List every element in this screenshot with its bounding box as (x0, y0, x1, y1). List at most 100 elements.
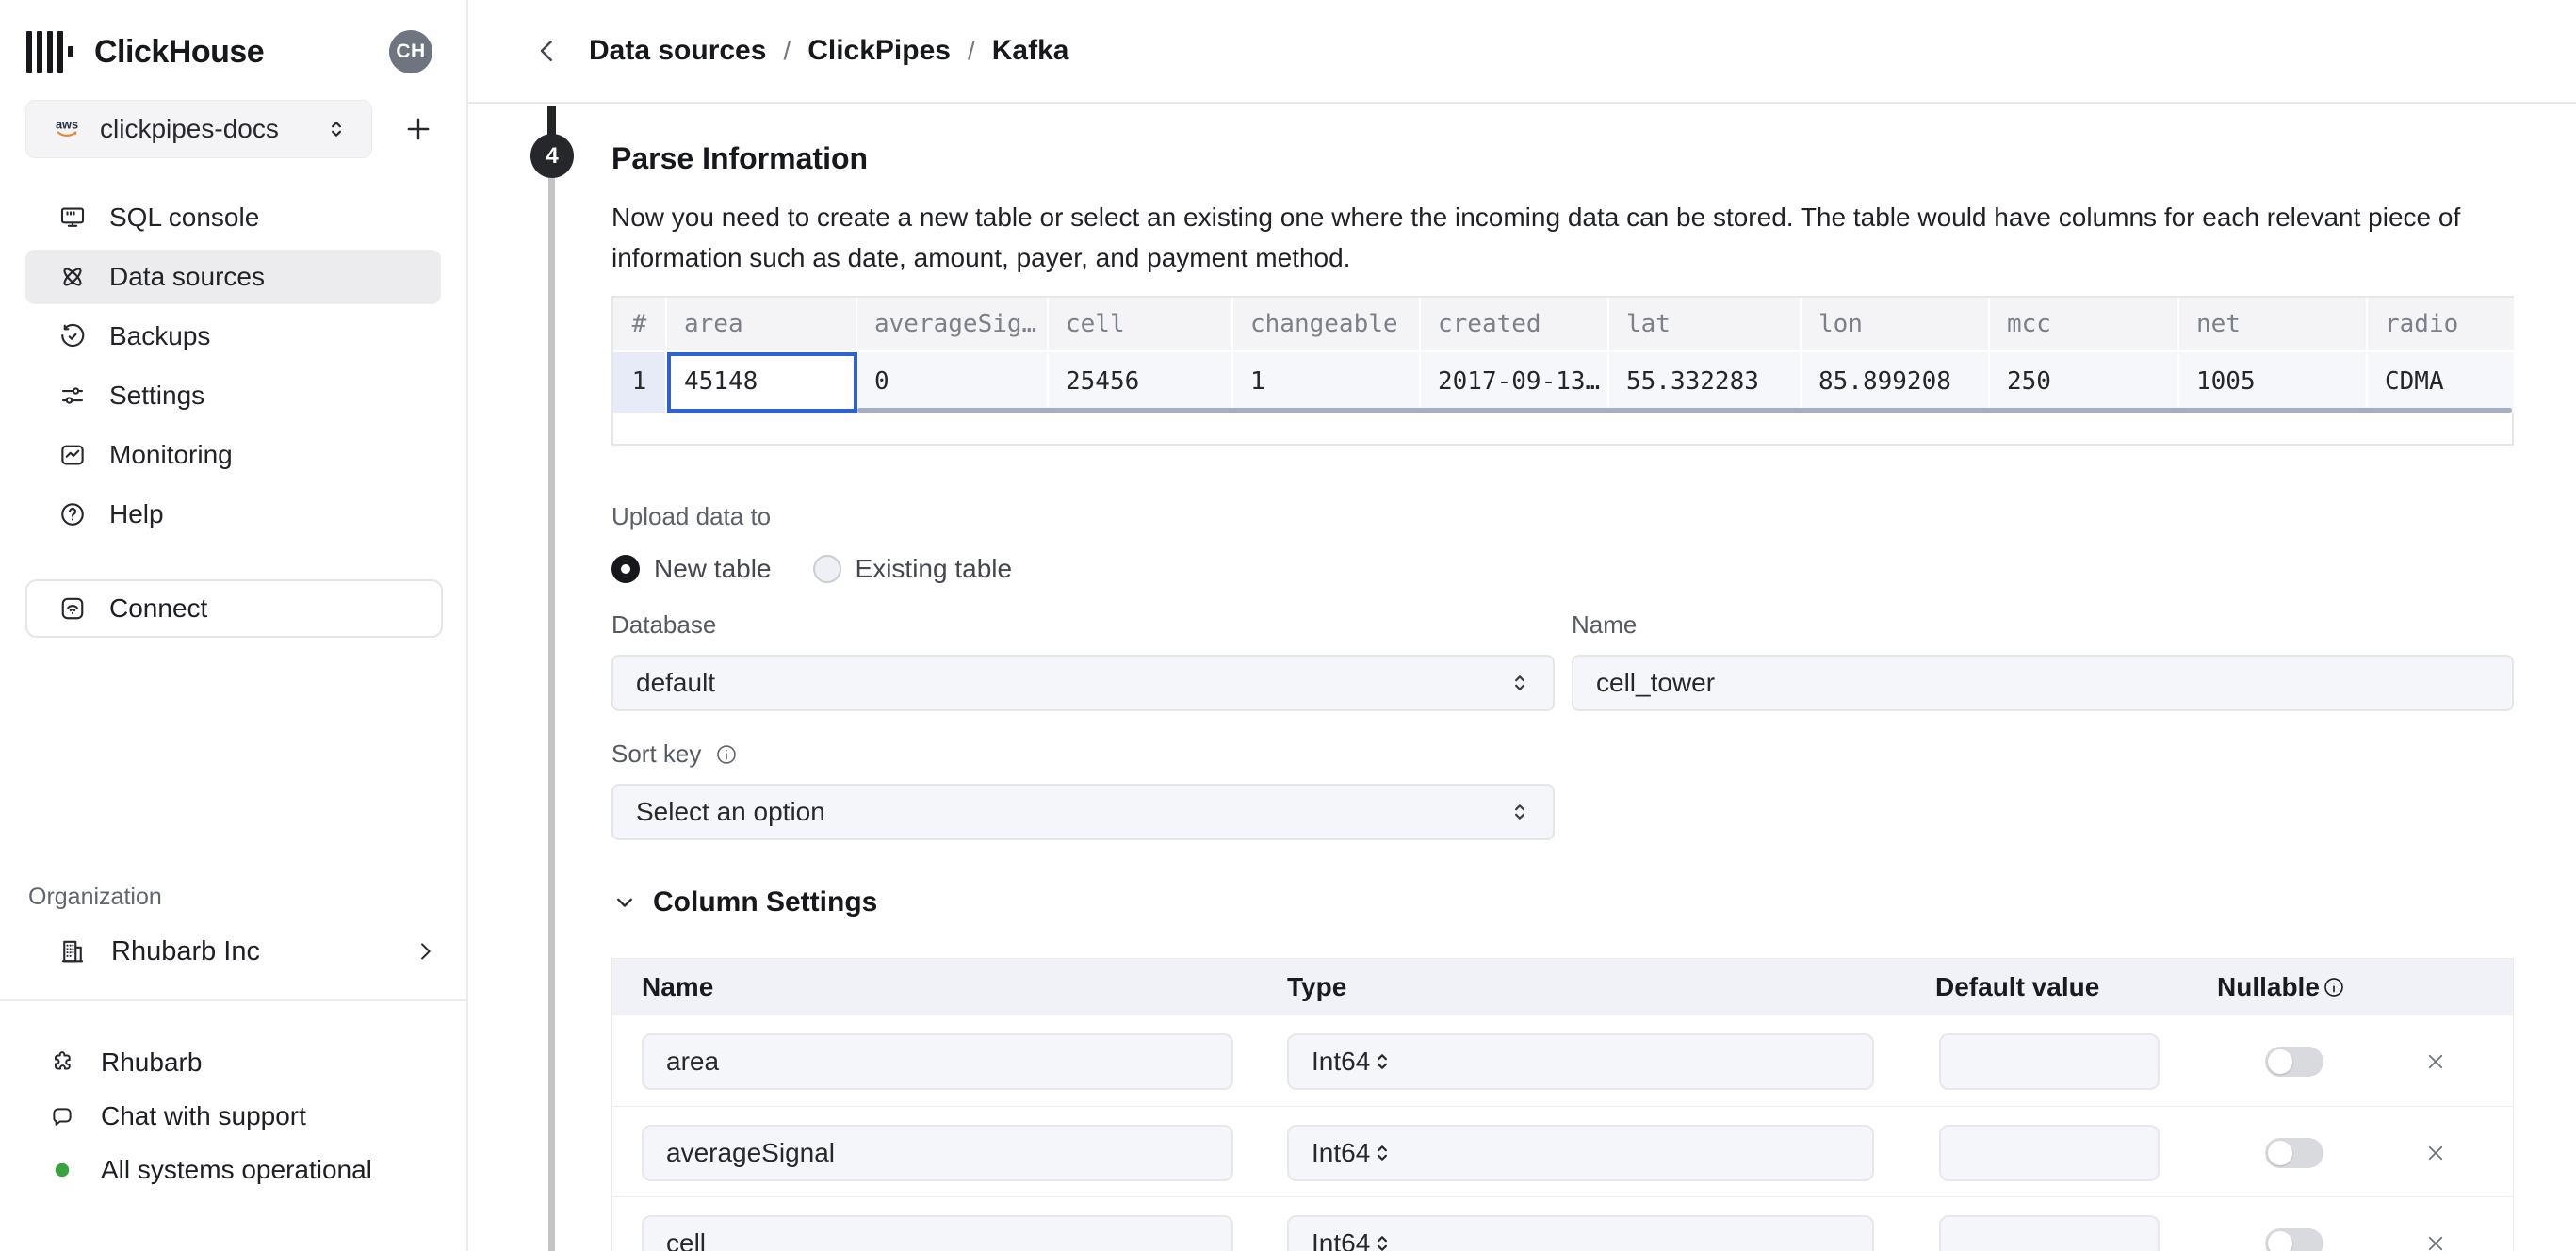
default-value-input[interactable] (1939, 1215, 2160, 1251)
clickhouse-logo-icon (26, 31, 73, 73)
nullable-toggle[interactable] (2265, 1228, 2323, 1251)
breadcrumb-separator: / (783, 36, 791, 66)
column-name-input[interactable] (642, 1215, 1233, 1251)
organization-section-label: Organization (0, 884, 466, 911)
preview-cell-averagesig[interactable]: 0 (857, 352, 1049, 413)
column-name-input[interactable] (642, 1125, 1233, 1181)
chevron-updown-icon (1508, 800, 1532, 824)
sidebar-item-backups[interactable]: Backups (25, 309, 441, 364)
footer-item-label: All systems operational (101, 1155, 372, 1185)
preview-column-header-row-number: # (613, 298, 667, 352)
timeline-segment-pending (548, 178, 555, 1251)
nullable-toggle[interactable] (2265, 1138, 2323, 1168)
chevron-updown-icon (324, 117, 349, 141)
connect-label: Connect (109, 593, 207, 624)
organization-name: Rhubarb Inc (111, 936, 260, 967)
preview-cell-area[interactable]: 45148 (667, 352, 857, 413)
column-type-select[interactable]: Int64 (1287, 1215, 1874, 1251)
column-name-input[interactable] (642, 1033, 1233, 1090)
remove-column-button[interactable] (2423, 1141, 2448, 1165)
chevron-updown-icon (1370, 1049, 1394, 1074)
sidebar-item-sql-console[interactable]: SQL console (25, 190, 441, 245)
preview-cell-net[interactable]: 1005 (2179, 352, 2368, 413)
column-settings-toggle[interactable]: Column Settings (611, 886, 2514, 918)
header-name: Name (642, 959, 713, 1015)
step-number-badge: 4 (530, 134, 574, 178)
preview-cell-changeable[interactable]: 1 (1233, 352, 1421, 413)
database-value: default (636, 668, 715, 698)
data-preview-table: #areaaverageSig…cellchangeablecreatedlat… (611, 296, 2514, 446)
preview-column-header-changeable: changeable (1233, 298, 1421, 352)
radio-existing-table[interactable]: Existing table (813, 554, 1013, 584)
breadcrumb: Data sources/ClickPipes/Kafka (589, 35, 1068, 67)
footer-item-rhubarb[interactable]: Rhubarb (49, 1035, 466, 1089)
preview-cell-cell[interactable]: 25456 (1049, 352, 1233, 413)
sort-key-placeholder: Select an option (636, 797, 825, 827)
breadcrumb-item-data-sources[interactable]: Data sources (589, 35, 766, 67)
back-button[interactable] (530, 34, 564, 68)
sidebar: ClickHouse CH aws clickpipes-docs SQL co… (0, 0, 468, 1251)
column-settings-row-area: Int64 (612, 1015, 2513, 1106)
sidebar-item-settings[interactable]: Settings (25, 368, 441, 423)
preview-column-header-cell: cell (1049, 298, 1233, 352)
radio-new-table[interactable]: New table (611, 554, 772, 584)
info-icon[interactable] (714, 742, 739, 767)
column-settings-table: Name Type Default value Nullable Int64In… (611, 958, 2514, 1251)
default-value-input[interactable] (1939, 1033, 2160, 1090)
remove-column-button[interactable] (2423, 1049, 2448, 1074)
header-nullable: Nullable (2217, 959, 2346, 1015)
step-title: Parse Information (611, 141, 2514, 176)
breadcrumb-bar: Data sources/ClickPipes/Kafka (468, 0, 2576, 104)
brand-name: ClickHouse (94, 34, 264, 71)
toggle-knob (2268, 1231, 2292, 1251)
toggle-knob (2268, 1049, 2292, 1074)
radio-label: Existing table (856, 554, 1013, 584)
horizontal-scrollbar-thumb[interactable] (857, 408, 2512, 413)
step-content: Parse Information Now you need to create… (611, 106, 2514, 1251)
step-description: Now you need to create a new table or se… (611, 197, 2514, 278)
user-avatar[interactable]: CH (389, 30, 432, 73)
sidebar-item-data-sources[interactable]: Data sources (25, 250, 441, 304)
preview-cell-lat[interactable]: 55.332283 (1609, 352, 1802, 413)
footer-item-chat-with-support[interactable]: Chat with support (49, 1089, 466, 1143)
timeline-segment-done (547, 106, 556, 135)
column-settings-title: Column Settings (653, 886, 877, 918)
remove-column-button[interactable] (2423, 1231, 2448, 1251)
sidebar-item-monitoring[interactable]: Monitoring (25, 428, 441, 482)
chevron-updown-icon (1508, 671, 1532, 695)
add-service-button[interactable] (402, 113, 434, 145)
database-label: Database (611, 610, 1555, 640)
name-label: Name (1572, 610, 2514, 640)
table-name-input[interactable] (1572, 655, 2514, 711)
database-select[interactable]: default (611, 655, 1555, 711)
preview-column-header-created: created (1421, 298, 1609, 352)
chevron-right-icon (412, 938, 438, 965)
connect-button[interactable]: Connect (25, 579, 443, 638)
preview-cell-mcc[interactable]: 250 (1990, 352, 2179, 413)
monitoring-icon (58, 441, 87, 469)
default-value-input[interactable] (1939, 1125, 2160, 1181)
upload-data-to-label: Upload data to (611, 502, 2514, 531)
sidebar-item-help[interactable]: Help (25, 487, 441, 542)
column-type-value: Int64 (1312, 1138, 1370, 1168)
main-area: Data sources/ClickPipes/Kafka 4 Parse In… (468, 0, 2576, 1251)
info-icon[interactable] (2322, 975, 2346, 999)
breadcrumb-item-kafka[interactable]: Kafka (992, 35, 1069, 67)
column-type-select[interactable]: Int64 (1287, 1125, 1874, 1181)
nullable-toggle[interactable] (2265, 1047, 2323, 1077)
column-type-select[interactable]: Int64 (1287, 1033, 1874, 1090)
preview-cell-lon[interactable]: 85.899208 (1802, 352, 1990, 413)
footer-item-all-systems-operational[interactable]: All systems operational (49, 1143, 466, 1196)
chat-icon (49, 1103, 75, 1129)
status-dot (49, 1157, 75, 1183)
sort-key-select[interactable]: Select an option (611, 784, 1555, 840)
service-selector[interactable]: aws clickpipes-docs (25, 100, 372, 158)
preview-cell-radio[interactable]: CDMA (2368, 352, 2516, 413)
radio-label: New table (654, 554, 772, 584)
sidebar-footer: Rhubarb Chat with support All systems oper… (0, 1001, 466, 1196)
organization-row[interactable]: Rhubarb Inc (0, 928, 466, 975)
footer-item-label: Rhubarb (101, 1048, 202, 1078)
preview-cell-created[interactable]: 2017-09-13… (1421, 352, 1609, 413)
rhubarb-icon (49, 1049, 75, 1076)
breadcrumb-item-clickpipes[interactable]: ClickPipes (807, 35, 951, 67)
